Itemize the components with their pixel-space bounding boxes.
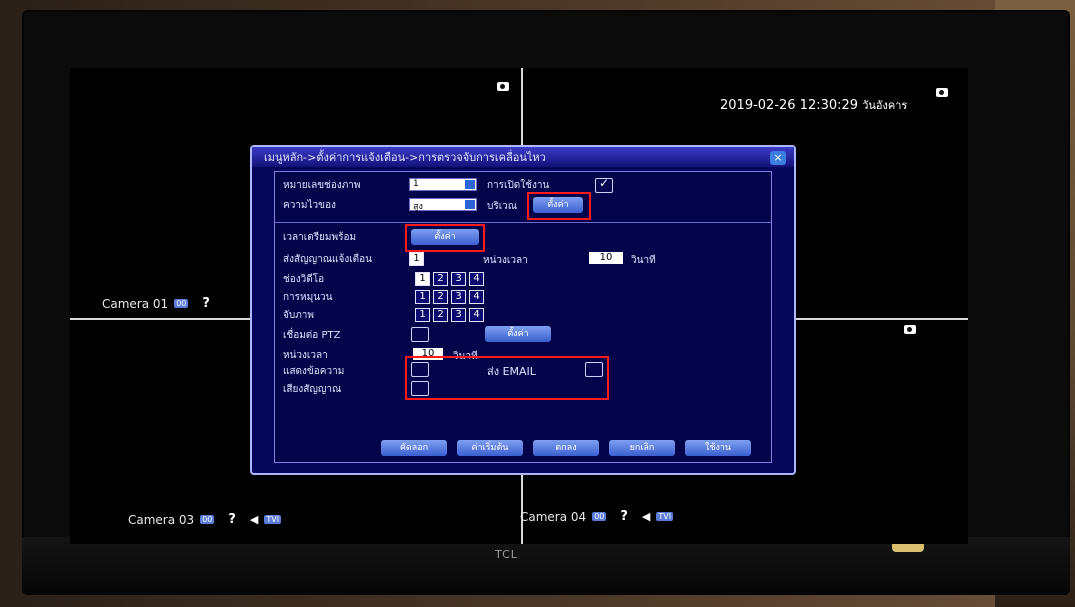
interval-input[interactable]: 10 (589, 252, 623, 264)
speaker-icon: ◀ (249, 513, 259, 526)
datetime-display: 2019-02-26 12:30:29 วันอังคาร (720, 96, 907, 114)
seconds-label: วินาที (631, 255, 656, 266)
tv-brand-logo: TCL (495, 548, 518, 561)
date-time-text: 2019-02-26 12:30:29 (720, 98, 859, 113)
sensitivity-label: ความไวของ (283, 200, 336, 211)
tvi-badge: TVI (264, 515, 282, 524)
close-button[interactable]: × (770, 151, 786, 165)
camera-status-badge: 00 (200, 515, 215, 524)
region-label: บริเวณ (487, 201, 518, 212)
snapshot-channel-3[interactable]: 3 (451, 308, 466, 322)
record-channel-2[interactable]: 2 (433, 272, 448, 286)
camera-name: Camera 03 (128, 512, 195, 527)
ptz-setup-button[interactable]: ตั้งค่า (485, 326, 551, 342)
record-channel-label: ช่องวิดีโอ (283, 274, 325, 285)
camera-status-badge: 00 (592, 512, 607, 521)
camera-name: Camera 01 (102, 296, 169, 311)
tour-channel-4[interactable]: 4 (469, 290, 484, 304)
schedule-label: เวลาเตรียมพร้อม (283, 232, 357, 243)
channel-label: หมายเลขช่องภาพ (283, 180, 361, 191)
speaker-icon: ◀ (641, 510, 651, 523)
camera-snapshot-icon[interactable] (936, 88, 948, 97)
settings-panel: หมายเลขช่องภาพ 1 การเปิดใช้งาน ✓ ความไวข… (274, 171, 772, 463)
record-channel-3[interactable]: 3 (451, 272, 466, 286)
camera-snapshot-icon[interactable] (497, 82, 509, 91)
question-icon: ? (620, 509, 628, 524)
sensitivity-value: สูง (413, 202, 423, 212)
camera-name: Camera 04 (520, 509, 587, 524)
weekday-text: วันอังคาร (862, 99, 908, 112)
record-channel-4[interactable]: 4 (469, 272, 484, 286)
motion-detection-dialog: เมนูหลัก->ตั้งค่าการแจ้งเตือน->การตรวจจั… (250, 145, 796, 475)
enable-label: การเปิดใช้งาน (487, 180, 550, 191)
dvr-screen: 2019-02-26 12:30:29 วันอังคาร Camera 01 … (70, 68, 968, 544)
snapshot-label: จับภาพ (283, 310, 315, 321)
alarm-output-label: ส่งสัญญาณแจ้งเตือน (283, 254, 372, 265)
ptz-link-label: เชื่อมต่อ PTZ (283, 330, 341, 341)
alarm-output-1[interactable]: 1 (409, 252, 424, 266)
default-button[interactable]: ค่าเริ่มต้น (457, 440, 523, 456)
dialog-title: เมนูหลัก->ตั้งค่าการแจ้งเตือน->การตรวจจั… (264, 151, 546, 164)
camera-04-label: Camera 04 00 ? ◀ TVI (520, 509, 674, 524)
copy-button[interactable]: คัดลอก (381, 440, 447, 456)
show-message-label: แสดงข้อความ (283, 366, 345, 377)
camera-01-label: Camera 01 00 ? (102, 296, 210, 311)
channel-select[interactable]: 1 (409, 178, 477, 191)
highlight-box (405, 356, 609, 400)
snapshot-channel-1[interactable]: 1 (415, 308, 430, 322)
channel-value: 1 (413, 179, 419, 189)
highlight-box (527, 192, 591, 220)
record-channel-1[interactable]: 1 (415, 272, 430, 286)
ptz-checkbox[interactable] (411, 327, 429, 342)
chevron-down-icon (465, 180, 475, 189)
ok-button[interactable]: ตกลง (533, 440, 599, 456)
highlight-box (405, 224, 485, 252)
apply-button[interactable]: ใช้งาน (685, 440, 751, 456)
tour-channel-3[interactable]: 3 (451, 290, 466, 304)
question-icon: ? (202, 296, 210, 311)
delay-label: หน่วงเวลา (283, 350, 328, 361)
enable-checkbox[interactable]: ✓ (595, 176, 613, 193)
snapshot-channel-4[interactable]: 4 (469, 308, 484, 322)
check-icon: ✓ (599, 176, 610, 190)
tour-label: การหมุนวน (283, 292, 333, 303)
buzzer-label: เสียงสัญญาณ (283, 384, 342, 395)
cancel-button[interactable]: ยกเลิก (609, 440, 675, 456)
camera-status-badge: 00 (174, 299, 189, 308)
tour-channel-1[interactable]: 1 (415, 290, 430, 304)
chevron-down-icon (465, 200, 475, 209)
camera-03-label: Camera 03 00 ? ◀ TVI (128, 512, 282, 527)
sensitivity-select[interactable]: สูง (409, 198, 477, 212)
tour-channel-2[interactable]: 2 (433, 290, 448, 304)
tvi-badge: TVI (656, 512, 674, 521)
snapshot-channel-2[interactable]: 2 (433, 308, 448, 322)
camera-snapshot-icon[interactable] (904, 325, 916, 334)
question-icon: ? (228, 512, 236, 527)
interval-label: หน่วงเวลา (483, 255, 528, 266)
section-divider (275, 222, 771, 223)
dialog-title-bar: เมนูหลัก->ตั้งค่าการแจ้งเตือน->การตรวจจั… (252, 147, 794, 167)
